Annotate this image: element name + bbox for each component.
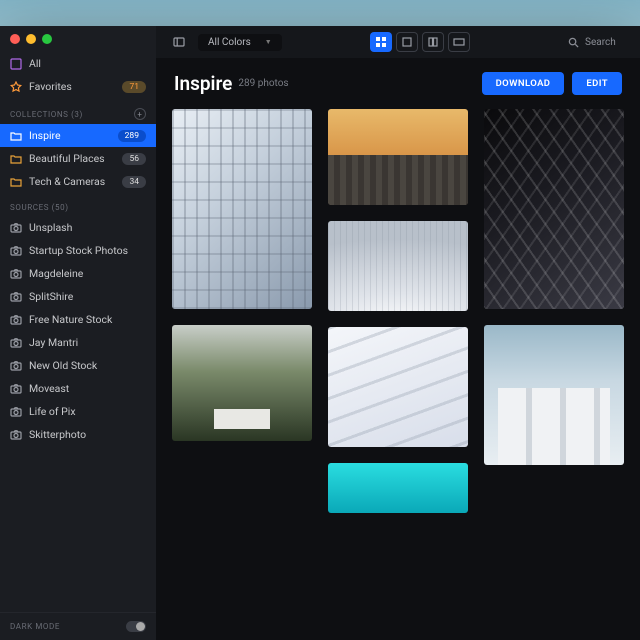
camera-icon [10,360,22,372]
photo-thumbnail[interactable] [484,325,624,465]
sidebar-label: Jay Mantri [29,336,78,349]
sidebar-source-item[interactable]: Startup Stock Photos [0,239,156,262]
photo-thumbnail[interactable] [172,109,312,309]
main-content: All Colors ▼ Sear [156,26,640,640]
sidebar-label: Tech & Cameras [29,175,105,188]
sidebar-label: Life of Pix [29,405,76,418]
count-badge: 34 [122,176,146,188]
dropdown-label: All Colors [208,37,251,48]
toolbar: All Colors ▼ Sear [156,26,640,58]
sidebar-item-favorites[interactable]: Favorites 71 [0,75,156,98]
camera-icon [10,429,22,441]
sidebar-toggle-button[interactable] [168,32,190,52]
sidebar-source-item[interactable]: Jay Mantri [0,331,156,354]
sidebar-label: SplitShire [29,290,73,303]
window-controls [0,26,156,52]
sources-header-label: SOURCES (50) [10,203,69,212]
edit-button[interactable]: EDIT [572,72,622,95]
collections-header: COLLECTIONS (3) + [0,98,156,124]
sidebar-label: All [29,57,41,70]
page-title: Inspire [174,72,232,95]
sidebar-label: Magdeleine [29,267,83,280]
star-icon [10,81,22,93]
maximize-button[interactable] [42,34,52,44]
sources-header: SOURCES (50) [0,193,156,216]
add-collection-button[interactable]: + [134,108,146,120]
view-single-button[interactable] [396,32,418,52]
sidebar-label: Free Nature Stock [29,313,112,326]
camera-icon [10,314,22,326]
photo-thumbnail[interactable] [328,109,468,205]
dark-mode-label: DARK MODE [10,622,60,631]
sidebar-source-item[interactable]: New Old Stock [0,354,156,377]
sidebar-source-item[interactable]: Moveast [0,377,156,400]
camera-icon [10,222,22,234]
photo-thumbnail[interactable] [328,221,468,311]
camera-icon [10,291,22,303]
photo-thumbnail[interactable] [172,325,312,441]
count-badge: 71 [122,81,146,93]
sidebar-source-item[interactable]: Free Nature Stock [0,308,156,331]
sidebar-label: Favorites [29,80,72,93]
search-input[interactable]: Search [558,34,628,51]
header-actions: DOWNLOAD EDIT [482,72,622,95]
photo-grid [156,103,640,640]
collections-header-label: COLLECTIONS (3) [10,110,83,119]
view-grid-button[interactable] [370,32,392,52]
folder-icon [10,130,22,142]
download-button[interactable]: DOWNLOAD [482,72,565,95]
dark-mode-row: DARK MODE [0,612,156,640]
sidebar-label: Inspire [29,129,61,142]
sidebar-item-all[interactable]: All [0,52,156,75]
view-mode-group [368,30,472,54]
camera-icon [10,406,22,418]
camera-icon [10,268,22,280]
photo-thumbnail[interactable] [484,109,624,309]
sidebar-label: Beautiful Places [29,152,105,165]
close-button[interactable] [10,34,20,44]
sidebar-item-beautiful-places[interactable]: Beautiful Places 56 [0,147,156,170]
sidebar-label: Startup Stock Photos [29,244,128,257]
sidebar-item-tech-cameras[interactable]: Tech & Cameras 34 [0,170,156,193]
photo-thumbnail[interactable] [328,463,468,513]
sidebar-source-item[interactable]: Unsplash [0,216,156,239]
view-wide-button[interactable] [448,32,470,52]
folder-icon [10,153,22,165]
photo-thumbnail[interactable] [328,327,468,447]
search-placeholder: Search [585,37,616,48]
folder-icon [10,176,22,188]
sidebar-source-item[interactable]: Magdeleine [0,262,156,285]
app-window: All Favorites 71 COLLECTIONS (3) + Inspi… [0,26,640,640]
chevron-down-icon: ▼ [265,38,272,46]
sidebar-source-item[interactable]: Life of Pix [0,400,156,423]
colors-dropdown[interactable]: All Colors ▼ [198,34,282,51]
camera-icon [10,383,22,395]
camera-icon [10,245,22,257]
minimize-button[interactable] [26,34,36,44]
view-columns-button[interactable] [422,32,444,52]
dark-mode-toggle[interactable] [126,621,146,632]
sidebar-item-inspire[interactable]: Inspire 289 [0,124,156,147]
sidebar-label: Skitterphoto [29,428,86,441]
sidebar: All Favorites 71 COLLECTIONS (3) + Inspi… [0,26,156,640]
grid-icon [10,58,22,70]
sidebar-source-item[interactable]: SplitShire [0,285,156,308]
search-icon [568,37,579,48]
sidebar-label: Unsplash [29,221,72,234]
page-header: Inspire 289 photos DOWNLOAD EDIT [156,58,640,103]
sidebar-label: Moveast [29,382,69,395]
count-badge: 289 [118,130,146,142]
count-badge: 56 [122,153,146,165]
page-subtitle: 289 photos [238,78,288,89]
sidebar-label: New Old Stock [29,359,97,372]
sidebar-source-item[interactable]: Skitterphoto [0,423,156,446]
camera-icon [10,337,22,349]
